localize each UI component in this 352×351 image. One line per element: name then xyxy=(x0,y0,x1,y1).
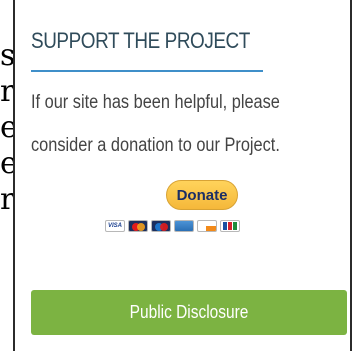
support-text-line-1: If our site has been helpful, please xyxy=(31,92,280,113)
visa-card-label: VISA xyxy=(107,223,122,229)
support-widget: SUPPORT THE PROJECT If our site has been… xyxy=(13,0,352,351)
maestro-card-icon xyxy=(151,220,171,232)
discover-card-icon xyxy=(197,220,217,232)
edge-glyph: s xyxy=(0,38,16,73)
title-underline xyxy=(31,70,263,72)
jcb-card-icon xyxy=(220,220,240,232)
edge-glyph: e xyxy=(0,110,18,145)
edge-glyph: r xyxy=(0,74,15,109)
visa-card-icon: VISA xyxy=(105,220,125,232)
support-text-line-2: consider a donation to our Project. xyxy=(31,135,280,156)
edge-glyph: r xyxy=(0,182,15,217)
widget-title: SUPPORT THE PROJECT xyxy=(31,28,250,53)
payment-card-icons: VISA xyxy=(105,220,240,232)
edge-glyph: e xyxy=(0,146,18,181)
public-disclosure-label: Public Disclosure xyxy=(129,302,249,322)
amex-card-icon xyxy=(174,220,194,232)
public-disclosure-button[interactable]: Public Disclosure xyxy=(31,290,347,335)
cut-off-side-text: s r e e r xyxy=(0,38,18,218)
donate-button[interactable]: Donate xyxy=(166,180,238,210)
mastercard-icon xyxy=(128,220,148,232)
